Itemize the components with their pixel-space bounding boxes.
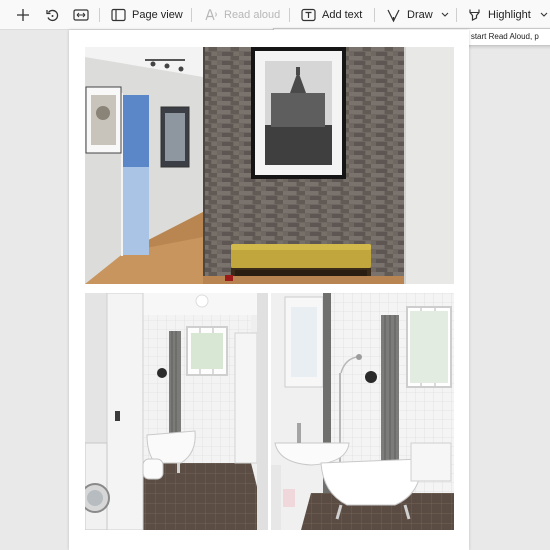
bathroom-photo-right bbox=[271, 293, 454, 530]
draw-options-button[interactable] bbox=[441, 0, 449, 30]
highlight-label: Highlight bbox=[488, 9, 531, 21]
page-view-icon bbox=[111, 8, 126, 22]
toolbar-divider bbox=[99, 8, 100, 22]
draw-label: Draw bbox=[407, 9, 433, 21]
read-aloud-icon bbox=[205, 9, 217, 21]
draw-button[interactable]: Draw bbox=[386, 0, 433, 30]
page-view-button[interactable]: Page view bbox=[111, 0, 183, 30]
fit-to-width-button[interactable] bbox=[73, 0, 89, 30]
chevron-down-icon bbox=[540, 12, 548, 17]
read-aloud-label: Read aloud bbox=[224, 9, 281, 21]
hallway-photo bbox=[85, 47, 454, 284]
add-text-label: Add text bbox=[322, 9, 363, 21]
toolbar-divider bbox=[289, 8, 290, 22]
document-page bbox=[69, 30, 469, 550]
rotate-button[interactable] bbox=[45, 0, 60, 30]
add-text-button[interactable]: Add text bbox=[301, 0, 362, 30]
add-text-icon bbox=[301, 8, 316, 22]
draw-icon bbox=[387, 9, 400, 22]
highlight-options-button[interactable] bbox=[540, 0, 548, 30]
highlighter-icon bbox=[469, 9, 480, 21]
read-aloud-button[interactable]: Read aloud bbox=[204, 0, 280, 30]
toolbar: Page view Read aloud Add text Draw Highl… bbox=[0, 0, 550, 30]
toolbar-divider bbox=[374, 8, 375, 22]
toolbar-divider bbox=[456, 8, 457, 22]
page-view-label: Page view bbox=[132, 9, 183, 21]
fit-width-icon bbox=[73, 9, 89, 21]
toolbar-divider bbox=[191, 8, 192, 22]
rotate-icon bbox=[46, 9, 59, 21]
highlight-button[interactable]: Highlight bbox=[467, 0, 531, 30]
chevron-down-icon bbox=[441, 12, 449, 17]
add-button[interactable] bbox=[16, 0, 30, 30]
plus-icon bbox=[17, 9, 29, 21]
bathroom-photo-left bbox=[85, 293, 268, 530]
